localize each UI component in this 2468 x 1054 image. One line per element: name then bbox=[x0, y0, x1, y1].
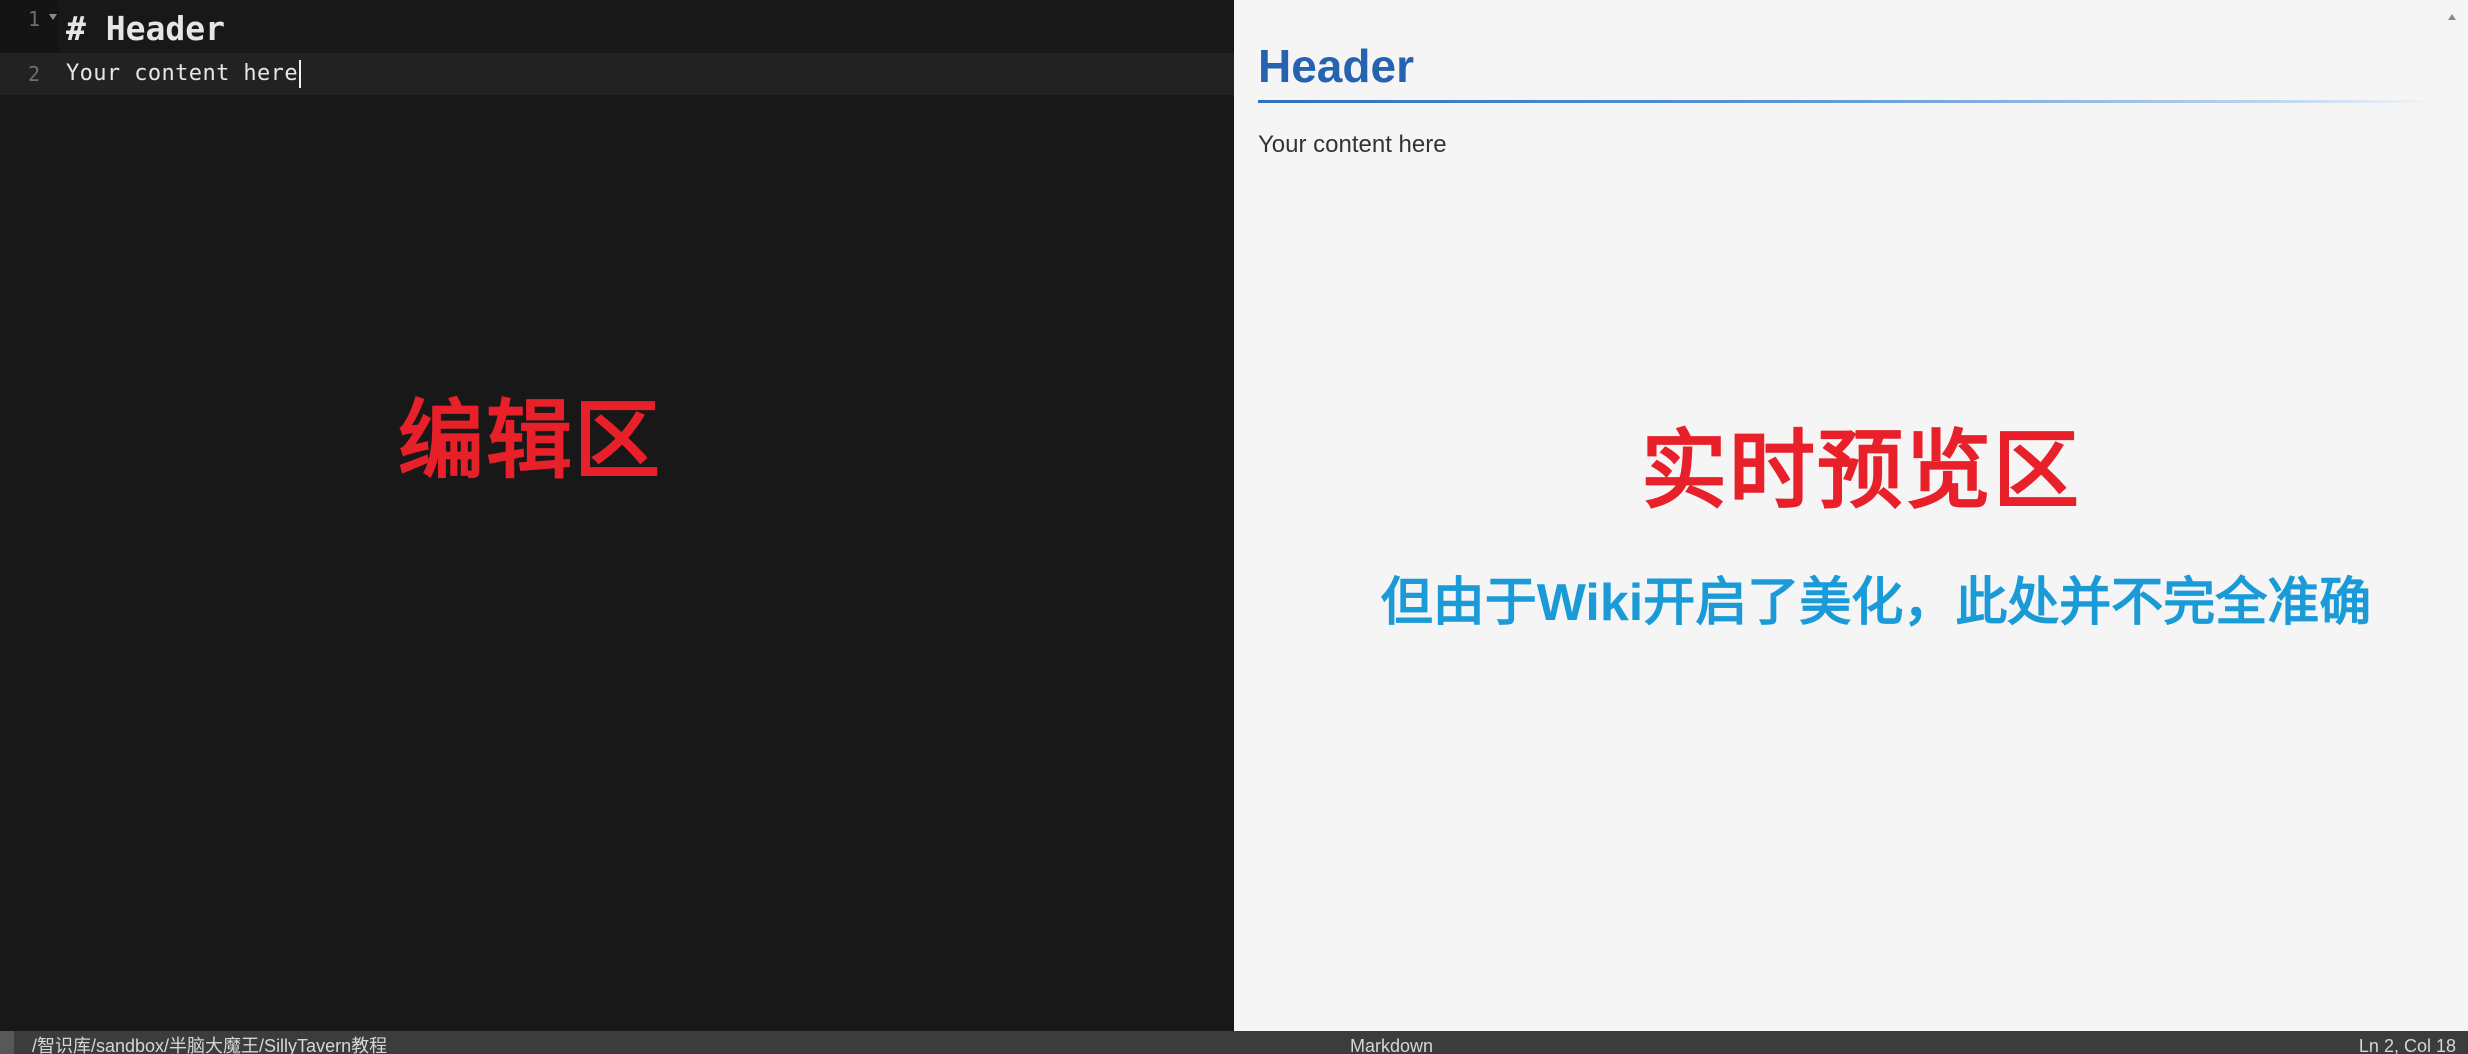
heading-underline bbox=[1258, 100, 2438, 103]
language-mode[interactable]: Markdown bbox=[1350, 1031, 1433, 1054]
markdown-editor-app: 1 # Header 2 Your content here 编辑区 Heade… bbox=[0, 0, 2468, 1054]
code-line-text[interactable]: Your content here bbox=[66, 61, 298, 86]
status-bar: /智识库/sandbox/半脑大魔王/SillyTavern教程 Markdow… bbox=[0, 1031, 2468, 1054]
preview-heading: Header bbox=[1258, 40, 1414, 92]
preview-paragraph: Your content here bbox=[1258, 131, 1447, 158]
code-line-1[interactable]: 1 # Header bbox=[0, 8, 1234, 50]
file-path: /智识库/sandbox/半脑大魔王/SillyTavern教程 bbox=[32, 1036, 388, 1054]
line-number: 1 bbox=[27, 7, 40, 31]
cursor-position[interactable]: Ln 2, Col 18 bbox=[2359, 1031, 2456, 1054]
line-number: 2 bbox=[27, 62, 40, 86]
status-bar-accent bbox=[0, 1031, 14, 1054]
text-cursor bbox=[298, 60, 301, 88]
code-line-2[interactable]: 2 Your content here bbox=[0, 53, 1234, 95]
scroll-up-arrow-icon[interactable] bbox=[2448, 14, 2456, 20]
fold-chevron-icon[interactable] bbox=[49, 14, 57, 20]
preview-accuracy-note: 但由于Wiki开启了美化，此处并不完全准确 bbox=[1380, 574, 2372, 632]
editor-area-annotation: 编辑区 bbox=[398, 393, 662, 489]
code-line-text-wrap[interactable]: Your content here bbox=[66, 53, 301, 95]
code-line-text[interactable]: # Header bbox=[66, 8, 225, 50]
preview-area-annotation: 实时预览区 bbox=[1641, 423, 2081, 519]
editor-pane[interactable]: 1 # Header 2 Your content here 编辑区 bbox=[0, 0, 1234, 1031]
preview-pane: Header Your content here 实时预览区 但由于Wiki开启… bbox=[1234, 0, 2468, 1031]
